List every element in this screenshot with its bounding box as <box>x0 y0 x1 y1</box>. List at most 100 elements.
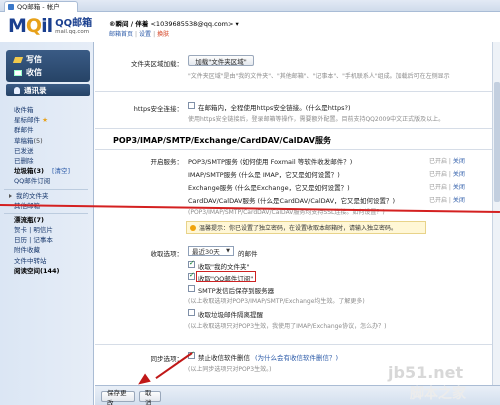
service-exchange: Exchange服务 (什么是Exchange，它又是如何设置？) <box>188 184 350 192</box>
https-checkbox[interactable] <box>188 102 195 109</box>
divider <box>4 188 88 190</box>
sidebar-item-deleted[interactable]: 已删除 <box>14 156 90 166</box>
highlight-box <box>196 271 256 282</box>
settings-panel: 文件夹区域加载： 加载"文件夹区域" "文件夹区域"是由"我的文件夹"、"其他邮… <box>95 42 500 405</box>
https-checkbox-label: 在邮箱内，全程使用https安全链接。(什么是https?) <box>198 104 351 112</box>
receive-label: 收取选项： <box>150 250 184 258</box>
tip-text: 温馨提示：你已设置了独立密码，在设置收取本邮箱时，请输入独立密码。 <box>199 225 398 232</box>
sidebar-item-bottle[interactable]: 漂流瓶(7) <box>14 215 90 225</box>
section-title: POP3/IMAP/SMTP/Exchange/CardDAV/CalDAV服务 <box>113 136 331 145</box>
service-pop3-close-link[interactable]: 关闭 <box>453 158 465 165</box>
sidebar-item-reading[interactable]: 阅读空间(144) <box>14 266 90 276</box>
inbox-icon <box>14 69 22 76</box>
receive-suffix: 的邮件 <box>238 250 258 258</box>
receive-opt4-label: 收取垃圾邮件隔离提醒 <box>198 311 263 319</box>
receive-subscription-checkbox[interactable] <box>188 271 195 280</box>
spam-isolation-checkbox[interactable] <box>188 309 195 316</box>
service-pop3-status: 已开启 | 关闭 <box>429 158 465 165</box>
sidebar-item-inbox[interactable]: 收件箱 <box>14 105 90 115</box>
star-icon: ★ <box>42 116 48 125</box>
divider <box>95 91 492 92</box>
browser-tab[interactable]: QQ邮箱 - 帐户 <box>4 1 78 12</box>
qqmail-favicon-icon <box>8 4 14 10</box>
tip-banner: 温馨提示：你已设置了独立密码，在设置收取本邮箱时，请输入独立密码。 <box>186 221 426 234</box>
sidebar-item-calendar[interactable]: 日历 | 记事本 <box>14 235 90 245</box>
sidebar-item-group[interactable]: 群邮件 <box>14 125 90 135</box>
sidebar-item-attachments[interactable]: 附件收藏 <box>14 245 90 255</box>
sync-note: (以上同步选项只对POP3生效。) <box>188 366 272 373</box>
warning-icon <box>190 225 196 231</box>
smtp-save-checkbox[interactable] <box>188 285 195 292</box>
service-carddav-close-link[interactable]: 关闭 <box>453 197 465 204</box>
sidebar: 写信 收信 通讯录 收件箱 星标邮件 ★ 群邮件 草稿箱(5) 已发送 已删除 … <box>0 42 94 405</box>
service-exchange-close-link[interactable]: 关闭 <box>453 184 465 191</box>
receive-button[interactable]: 收信 <box>14 67 42 78</box>
cancel-button[interactable]: 取消 <box>139 389 161 405</box>
user-email: <1039685538@qq.com> <box>150 20 234 28</box>
sidebar-item-my-folders[interactable]: 我的文件夹 <box>9 191 90 201</box>
divider <box>95 149 492 150</box>
https-note: 使用https安全链接后，登录邮箱等操作，需要额外配置。目前支持QQ2009中文… <box>188 116 445 123</box>
person-icon <box>14 86 20 94</box>
nav-list: 收件箱 星标邮件 ★ 群邮件 草稿箱(5) 已发送 已删除 垃圾箱(3) [清空]… <box>4 105 90 276</box>
receive-my-folders-checkbox[interactable] <box>188 259 195 268</box>
sidebar-item-drafts[interactable]: 草稿箱(5) <box>14 136 90 146</box>
mail-header: MQil QQ邮箱 mail.qq.com ®瞬间 / 伴着 <10396855… <box>0 12 500 42</box>
compose-label: 写信 <box>26 55 42 64</box>
expand-triangle-icon[interactable] <box>9 193 12 198</box>
user-nick: ®瞬间 / 伴着 <box>109 20 149 28</box>
service-imap: IMAP/SMTP服务 (什么是 IMAP，它又是如何设置？) <box>188 171 340 179</box>
service-exchange-status: 已开启 | 关闭 <box>429 184 465 191</box>
receive-opt1-label: 收取"我的文件夹" <box>198 263 250 271</box>
sidebar-item-cards[interactable]: 贺卡 | 明信片 <box>14 225 90 235</box>
sidebar-item-sent[interactable]: 已发送 <box>14 146 90 156</box>
receive-range-select[interactable]: 最近30天 ▼ <box>188 246 234 256</box>
logo[interactable]: MQil QQ邮箱 mail.qq.com <box>8 15 93 37</box>
sidebar-item-starred[interactable]: 星标邮件 ★ <box>14 115 90 125</box>
link-settings[interactable]: 设置 <box>139 31 151 38</box>
header-links: 邮箱首页 | 设置 | 换肤 <box>109 31 170 38</box>
divider <box>4 212 88 214</box>
receive-label: 收信 <box>26 68 42 77</box>
compose-button[interactable]: 写信 <box>12 54 42 65</box>
browser-tabbar: QQ邮箱 - 帐户 <box>0 0 500 12</box>
link-home[interactable]: 邮箱首页 <box>109 31 133 38</box>
user-identity: ®瞬间 / 伴着 <1039685538@qq.com> ▾ <box>109 18 239 28</box>
service-imap-close-link[interactable]: 关闭 <box>453 171 465 178</box>
folder-add-label: 文件夹区域加载： <box>131 60 183 68</box>
receive-opt3-label: SMTP发信后保存到服务器 <box>198 287 275 295</box>
save-button[interactable]: 保存更改 <box>101 389 135 405</box>
sync-label: 同步选项： <box>150 355 184 363</box>
divider <box>95 344 492 345</box>
sidebar-item-file-transfer[interactable]: 文件中转站 <box>14 256 90 266</box>
compose-panel: 写信 收信 <box>6 50 90 82</box>
sidebar-item-spam[interactable]: 垃圾箱(3) [清空] <box>14 166 90 176</box>
service-imap-status: 已开启 | 关闭 <box>429 171 465 178</box>
contacts-label: 通讯录 <box>24 85 47 95</box>
contacts-button[interactable]: 通讯录 <box>6 84 90 96</box>
scroll-thumb[interactable] <box>494 82 500 202</box>
pen-icon <box>12 56 24 63</box>
divider <box>95 128 492 129</box>
link-skin[interactable]: 换肤 <box>157 31 169 38</box>
sync-link[interactable]: (为什么会有收信软件删信？) <box>255 352 338 362</box>
service-carddav: CardDAV/CalDAV服务 (什么是CardDAV/CalDAV，它又是如… <box>188 197 396 205</box>
watermark-cn: 脚本之家 <box>410 386 466 402</box>
open-service-label: 开启服务： <box>150 158 184 166</box>
watermark: jb51.net <box>388 363 464 382</box>
vertical-scrollbar[interactable] <box>492 42 500 385</box>
https-label: https安全连接： <box>133 105 183 113</box>
chevron-down-icon: ▼ <box>226 248 230 254</box>
load-folder-area-button[interactable]: 加载"文件夹区域" <box>188 55 254 66</box>
user-dropdown-icon[interactable]: ▾ <box>236 20 239 28</box>
logo-mark: MQil <box>8 15 53 37</box>
clear-spam-link[interactable]: [清空] <box>52 167 70 175</box>
receive-range-value: 最近30天 <box>192 248 220 256</box>
receive-opt3-note: (以上收取选项对POP3/IMAP/SMTP/Exchange均生效。了解更多) <box>188 298 365 305</box>
logo-cn: QQ邮箱 <box>55 17 93 29</box>
logo-url: mail.qq.com <box>55 28 90 35</box>
sidebar-item-subscription[interactable]: QQ邮件订阅 <box>14 176 90 186</box>
service-carddav-status: 已开启 | 关闭 <box>429 197 465 204</box>
receive-opt4-note: (以上收取选项只对POP3生效，我使用了IMAP/Exchange协议，怎么办？… <box>188 323 387 330</box>
service-pop3: POP3/SMTP服务 (如何使用 Foxmail 等软件收发邮件？) <box>188 158 353 166</box>
